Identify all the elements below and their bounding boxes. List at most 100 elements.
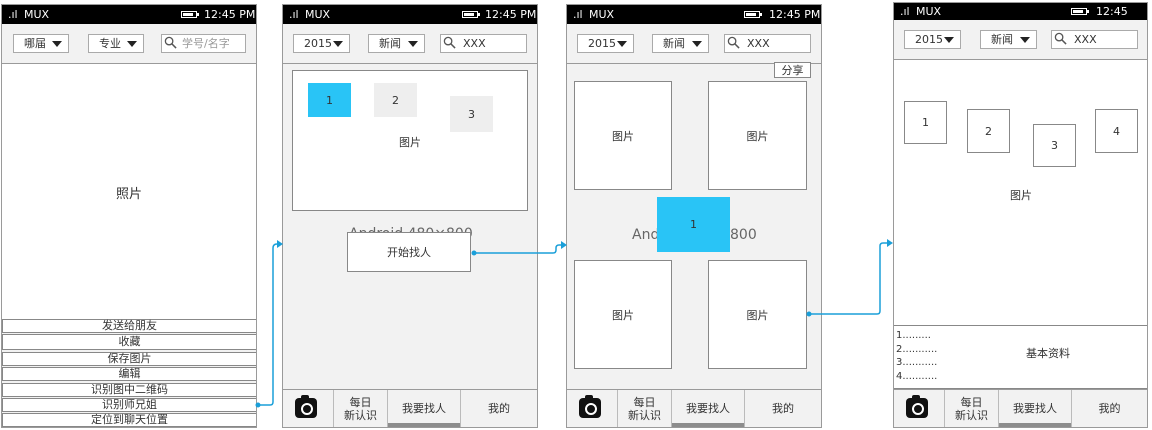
carrier-label: MUX [589,8,615,21]
tab-daily[interactable]: 每日 新认识 [334,390,388,427]
year-dropdown-value: 2015 [304,37,332,50]
category-dropdown[interactable]: 新闻 [652,34,709,53]
year-dropdown[interactable]: 2015 [293,34,350,53]
filter-toolbar: 2015 新闻 XXX [567,24,821,64]
carousel-item[interactable]: 3 [450,96,493,132]
chevron-down-icon [617,41,627,47]
photo-card[interactable]: 图片 [574,81,672,190]
tab-find-people[interactable]: 我要找人 [388,390,461,427]
category-dropdown[interactable]: 新闻 [980,30,1037,49]
year-dropdown[interactable]: 2015 [577,34,634,53]
clock: 12:45 PM [769,8,821,21]
menu-identify-alumni[interactable]: 识别师兄姐 [2,398,256,412]
signal-icon: .ıl [900,5,910,18]
clock: 12:45 PM [204,8,256,21]
search-value: XXX [747,37,770,50]
menu-scan-qr[interactable]: 识别图中二维码 [2,383,256,397]
school-dropdown-value: 哪届 [24,37,46,50]
tab-daily-line2: 新认识 [955,408,988,422]
photo-card[interactable]: 图片 [708,260,807,369]
tab-camera[interactable] [283,390,334,427]
tab-daily[interactable]: 每日 新认识 [945,390,999,427]
menu-favorite[interactable]: 收藏 [2,334,256,350]
info-line: 4........... [896,371,938,382]
photo-label: 照片 [115,186,142,202]
tab-find-people[interactable]: 我要找人 [999,390,1072,427]
photo-card-label: 图片 [612,129,634,143]
menu-edit[interactable]: 编辑 [2,367,256,381]
search-icon [164,36,177,49]
school-dropdown[interactable]: 哪届 [13,34,69,53]
battery-icon [1071,8,1089,15]
chevron-down-icon [52,41,62,47]
tab-find-label: 我要找人 [1013,402,1057,415]
tab-bar: 每日 新认识 我要找人 我的 [283,389,537,427]
tab-me-label: 我的 [488,402,510,415]
tab-me-label: 我的 [1098,402,1121,415]
screen-2: .ıl MUX 12:45 PM 2015 新闻 XXX 1 2 3 图片 An… [282,4,538,428]
screen-3: .ıl MUX 12:45 PM 2015 新闻 XXX 分享 图片 图片 An… [566,4,822,428]
photo-thumb[interactable]: 1 [904,101,947,144]
chevron-down-icon [944,37,954,43]
tab-daily[interactable]: 每日 新认识 [618,390,672,427]
photo-thumb[interactable]: 2 [967,109,1010,153]
start-search-label: 开始找人 [387,246,431,259]
clock: 12:45 PM [485,8,537,21]
resolution-watermark-right: 800 [730,227,757,243]
menu-save-image[interactable]: 保存图片 [2,352,256,366]
search-input[interactable]: XXX [1051,30,1138,49]
battery-icon [744,11,762,18]
tab-daily-line1: 每日 [633,395,656,409]
category-dropdown-value: 新闻 [991,33,1013,46]
status-bar: .ıl MUX 12:45 PM [567,5,821,24]
tab-daily-line2: 新认识 [344,408,377,422]
chevron-down-icon [333,41,343,47]
tab-daily-line1: 每日 [349,395,372,409]
share-label: 分享 [781,64,804,77]
search-input[interactable]: XXX [724,34,811,53]
photo-card[interactable]: 图片 [574,260,672,369]
year-dropdown[interactable]: 2015 [904,30,961,49]
category-dropdown[interactable]: 新闻 [368,34,425,53]
tab-find-people[interactable]: 我要找人 [672,390,745,427]
search-input[interactable]: 学号/名字 [161,34,246,53]
tab-camera[interactable] [894,390,945,427]
image-carousel[interactable]: 1 2 3 图片 [292,70,528,211]
search-value: XXX [1074,33,1097,46]
photo-card-label: 图片 [612,308,634,322]
tab-find-label: 我要找人 [686,402,730,415]
signal-icon: .ıl [289,8,299,21]
search-value: XXX [463,37,486,50]
carrier-label: MUX [916,5,942,18]
tab-me[interactable]: 我的 [461,390,537,427]
major-dropdown[interactable]: 专业 [88,34,144,53]
carrier-label: MUX [24,8,50,21]
photo-thumb[interactable]: 4 [1095,109,1138,153]
search-input[interactable]: XXX [440,34,527,53]
carousel-item[interactable]: 1 [308,83,351,117]
category-dropdown-value: 新闻 [379,37,401,50]
tab-camera[interactable] [567,390,618,427]
tab-me[interactable]: 我的 [1072,390,1147,427]
status-bar: .ıl MUX 12:45 PM [2,5,256,24]
menu-send-to-friend[interactable]: 发送给朋友 [2,319,256,333]
battery-icon [181,11,199,18]
camera-icon [906,395,928,418]
tab-me[interactable]: 我的 [745,390,821,427]
signal-icon: .ıl [8,8,18,21]
screen-4: .ıl MUX 12:45 PM 2015 新闻 XXX 1 2 3 4 图片 … [893,2,1148,428]
tab-daily-line2: 新认识 [628,408,661,422]
info-line: 2........... [896,344,938,355]
resolution-watermark-left: And [632,227,660,243]
start-search-button[interactable]: 开始找人 [347,232,471,272]
basic-info-title: 基本资料 [1026,347,1070,360]
menu-locate-chat[interactable]: 定位到聊天位置 [2,413,256,427]
year-dropdown-value: 2015 [588,37,616,50]
search-icon [443,36,456,49]
dragged-card[interactable]: 1 [657,197,730,252]
share-button[interactable]: 分享 [774,62,811,78]
photo-thumb[interactable]: 3 [1033,124,1076,167]
carousel-item[interactable]: 2 [374,83,417,117]
photo-card[interactable]: 图片 [708,81,807,190]
filter-toolbar: 2015 新闻 XXX [894,20,1147,60]
